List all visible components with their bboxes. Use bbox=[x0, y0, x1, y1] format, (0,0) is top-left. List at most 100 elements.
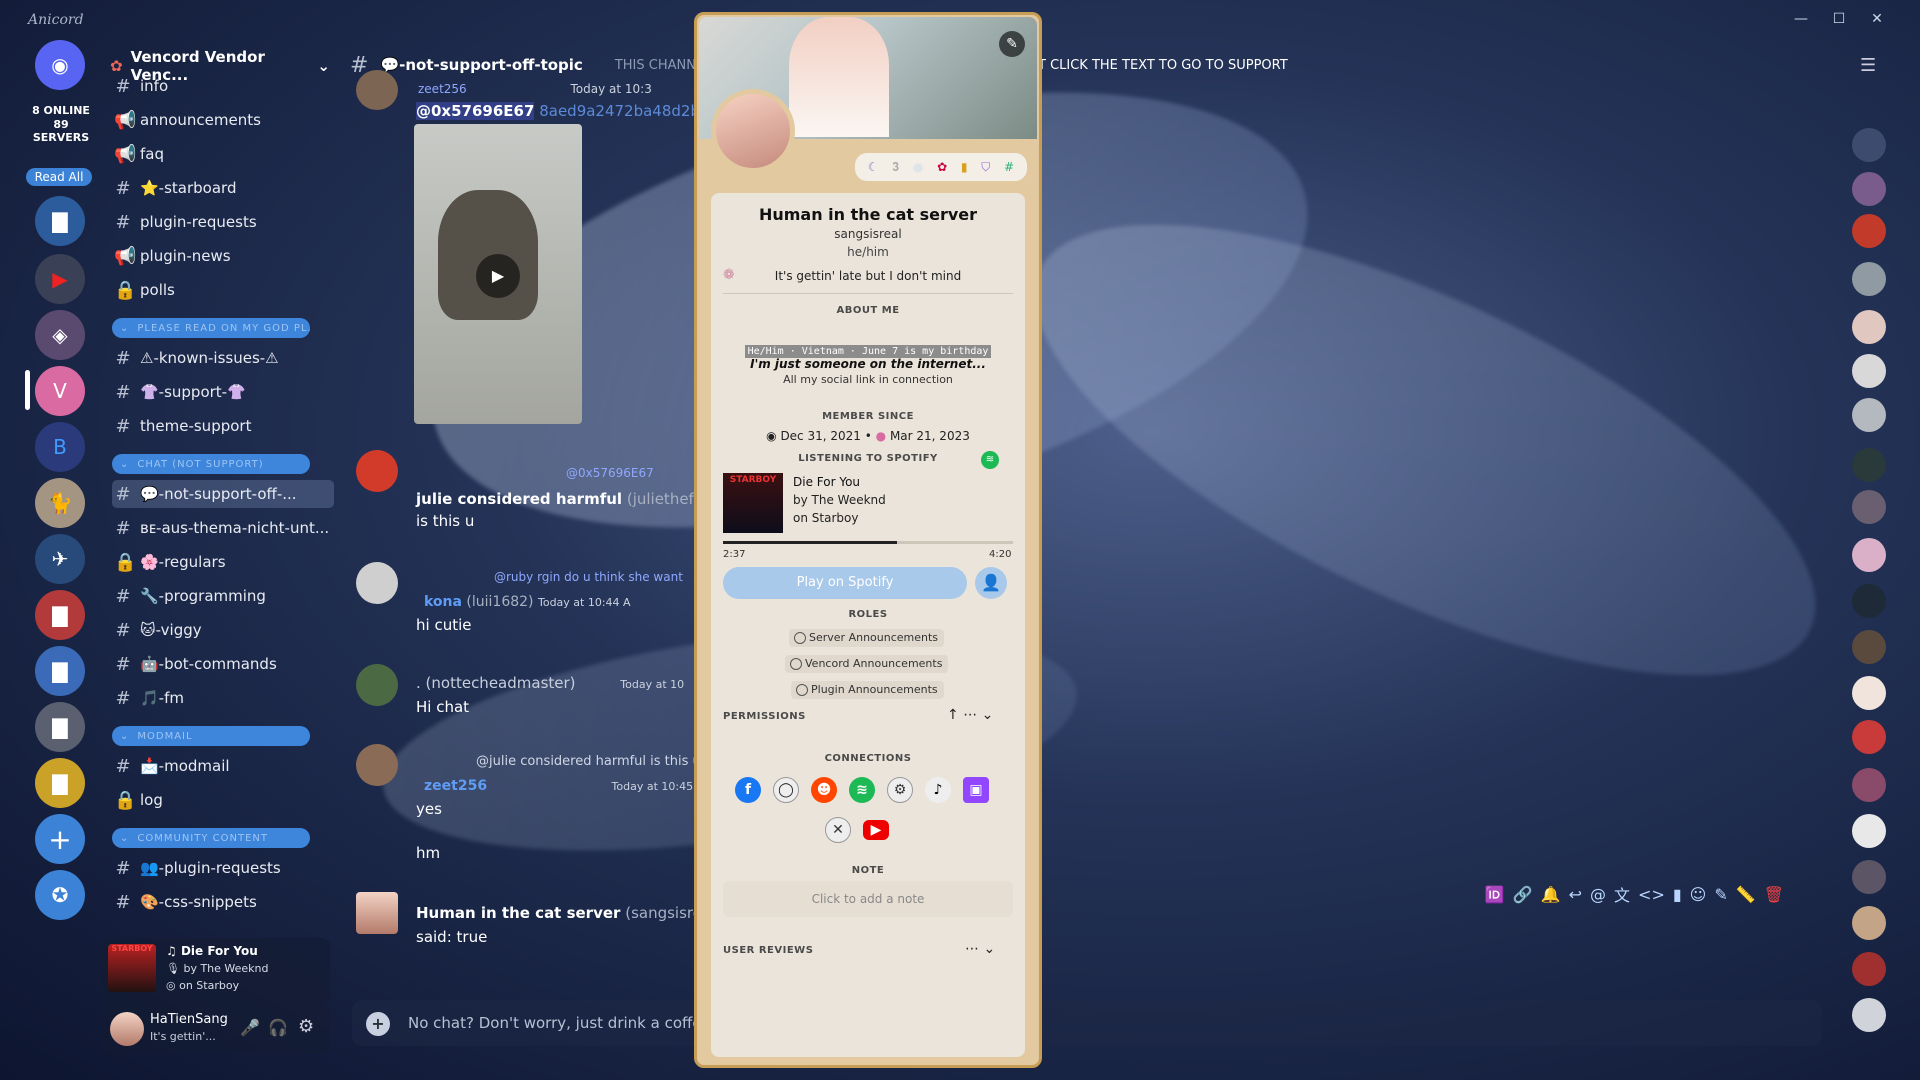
channel-known-issues[interactable]: # ⚠-known-issues-⚠ bbox=[112, 344, 334, 372]
channel-bot-commands[interactable]: # 🤖-bot-commands bbox=[112, 650, 334, 678]
channel-modmail[interactable]: # 📩-modmail bbox=[112, 752, 334, 780]
listen-along-button[interactable]: 👤 bbox=[975, 567, 1007, 599]
category-please-read[interactable]: ⌄ PLEASE READ ON MY GOD PL... bbox=[112, 318, 310, 338]
link-icon[interactable]: 🔗 bbox=[1513, 885, 1533, 904]
server-folder-red-icon[interactable]: ▇ bbox=[35, 590, 85, 640]
note-input[interactable]: Click to add a note bbox=[723, 881, 1013, 917]
category-modmail[interactable]: ⌄ MODMAIL bbox=[112, 726, 310, 746]
channel-fm[interactable]: # 🎵-fm bbox=[112, 684, 334, 712]
message-author[interactable]: zeet256 bbox=[424, 778, 487, 794]
member-avatar[interactable] bbox=[1852, 172, 1886, 206]
code-icon[interactable]: <> bbox=[1638, 885, 1665, 904]
flower-badge-icon[interactable]: ✿ bbox=[937, 160, 947, 174]
channel-topic-tail[interactable]: T CLICK THE TEXT TO GO TO SUPPORT bbox=[1038, 58, 1288, 73]
channel-faq[interactable]: 📢 faq bbox=[112, 140, 334, 168]
moon-badge-icon[interactable]: ☾ bbox=[868, 160, 879, 174]
member-avatar[interactable] bbox=[1852, 998, 1886, 1032]
nitro-badge-icon[interactable]: 𝟑 bbox=[892, 160, 899, 175]
role-server-announcements[interactable]: Server Announcements bbox=[789, 629, 945, 647]
member-avatar[interactable] bbox=[1852, 584, 1886, 618]
read-all-button[interactable]: Read All bbox=[26, 168, 92, 186]
hashtag-badge-icon[interactable]: # bbox=[1004, 160, 1014, 174]
server-betterdiscord-icon[interactable]: B bbox=[35, 422, 85, 472]
server-folder-gray-icon[interactable]: ▇ bbox=[35, 702, 85, 752]
spotify-track[interactable]: Die For You bbox=[793, 475, 860, 489]
message-author[interactable]: julie considered harmful bbox=[416, 490, 622, 508]
channel-plugin-news[interactable]: 📢 plugin-news bbox=[112, 242, 334, 270]
message-author[interactable]: . (nottecheadmaster) bbox=[416, 674, 576, 692]
reddit-icon[interactable]: ☻ bbox=[811, 777, 837, 803]
save-icon[interactable]: ▮ bbox=[1673, 885, 1682, 904]
member-avatar[interactable] bbox=[1852, 214, 1886, 248]
member-avatar[interactable] bbox=[1852, 720, 1886, 754]
server-folder-blue-icon[interactable]: ▇ bbox=[35, 646, 85, 696]
category-community-content[interactable]: ⌄ COMMUNITY CONTENT bbox=[112, 828, 310, 848]
channel-log[interactable]: 🔒 log bbox=[112, 786, 334, 814]
spotify-album-art[interactable]: STARBOY bbox=[723, 473, 783, 533]
more-icon[interactable]: ⋯ bbox=[965, 941, 979, 957]
channel-announcements[interactable]: 📢 announcements bbox=[112, 106, 334, 134]
edit-icon[interactable]: ✎ bbox=[1714, 885, 1727, 904]
category-chat[interactable]: ⌄ CHAT (NOT SUPPORT) bbox=[112, 454, 310, 474]
member-avatar[interactable] bbox=[1852, 538, 1886, 572]
minimize-button[interactable]: — bbox=[1786, 8, 1816, 30]
channel-info[interactable]: # info bbox=[112, 76, 334, 96]
channel-css-snippets[interactable]: # 🎨-css-snippets bbox=[112, 888, 334, 916]
channel-regulars[interactable]: 🔒 🌸-regulars bbox=[112, 548, 334, 576]
spotify-connection-icon[interactable]: ≋ bbox=[849, 777, 875, 803]
message-author[interactable]: kona bbox=[424, 594, 462, 610]
member-avatar[interactable] bbox=[1852, 630, 1886, 664]
tiktok-icon[interactable]: ♪ bbox=[925, 777, 951, 803]
channel-polls[interactable]: 🔒 polls bbox=[112, 276, 334, 304]
message-avatar[interactable] bbox=[356, 892, 398, 934]
mute-icon[interactable]: 🎤 bbox=[240, 1018, 260, 1037]
bell-icon[interactable]: 🔔 bbox=[1541, 885, 1561, 904]
emoji-icon[interactable]: ☺ bbox=[1690, 885, 1707, 904]
member-avatar[interactable] bbox=[1852, 676, 1886, 710]
discord-home-icon[interactable]: ◉ bbox=[35, 40, 85, 90]
add-server-icon[interactable]: + bbox=[35, 814, 85, 864]
xbox-icon[interactable]: ✕ bbox=[825, 817, 851, 843]
permissions-header[interactable]: PERMISSIONS bbox=[723, 711, 806, 722]
member-avatar[interactable] bbox=[1852, 860, 1886, 894]
spotify-album[interactable]: on Starboy bbox=[793, 511, 858, 525]
twitch-icon[interactable]: ▣ bbox=[963, 777, 989, 803]
gear-icon[interactable]: ⚙ bbox=[298, 1016, 314, 1037]
reply-user[interactable]: zeet256 bbox=[418, 82, 467, 96]
channel-plugin-requests-community[interactable]: # 👥-plugin-requests bbox=[112, 854, 334, 882]
channel-programming[interactable]: # 🔧-programming bbox=[112, 582, 334, 610]
member-avatar[interactable] bbox=[1852, 814, 1886, 848]
chevron-down-icon[interactable]: ⌄ bbox=[983, 941, 995, 957]
play-icon[interactable]: ▶ bbox=[476, 254, 520, 298]
message-avatar[interactable] bbox=[356, 70, 398, 110]
steam-icon[interactable]: ⚙ bbox=[887, 777, 913, 803]
reply-icon[interactable]: ↩ bbox=[1569, 885, 1582, 904]
role-plugin-announcements[interactable]: Plugin Announcements bbox=[791, 681, 944, 699]
message-input[interactable]: No chat? Don't worry, just drink a coffe… bbox=[352, 1000, 1822, 1046]
apple-badge-icon[interactable]: ● bbox=[913, 160, 923, 174]
spotify-artist[interactable]: by The Weeknd bbox=[793, 493, 886, 507]
profile-avatar[interactable] bbox=[711, 89, 795, 173]
message-avatar[interactable] bbox=[356, 744, 398, 786]
chevron-down-icon[interactable]: ⌄ bbox=[982, 707, 994, 723]
member-avatar[interactable] bbox=[1852, 952, 1886, 986]
headphones-icon[interactable]: 🎧 bbox=[268, 1018, 288, 1037]
user-avatar[interactable] bbox=[110, 1012, 144, 1046]
message-avatar[interactable] bbox=[356, 664, 398, 706]
server-cat-icon[interactable]: 🐈 bbox=[35, 478, 85, 528]
mention[interactable]: @0x57696E67 bbox=[416, 102, 535, 120]
progress-track[interactable] bbox=[723, 541, 1013, 544]
add-attachment-icon[interactable]: + bbox=[366, 1012, 390, 1036]
member-avatar[interactable] bbox=[1852, 448, 1886, 482]
spotify-icon[interactable]: ≋ bbox=[981, 451, 999, 469]
channel-plugin-requests[interactable]: # plugin-requests bbox=[112, 208, 334, 236]
server-folder-yellow-icon[interactable]: ▇ bbox=[35, 758, 85, 808]
github-icon[interactable]: ◯ bbox=[773, 777, 799, 803]
message-avatar[interactable] bbox=[356, 562, 398, 604]
explore-icon[interactable]: ✪ bbox=[35, 870, 85, 920]
channel-starboard[interactable]: # ⭐-starboard bbox=[112, 174, 334, 202]
boost-badge-icon[interactable]: ▮ bbox=[961, 160, 968, 174]
ruler-icon[interactable]: 📏 bbox=[1736, 885, 1756, 904]
server-youtube-icon[interactable]: ▶ bbox=[35, 254, 85, 304]
server-plane-icon[interactable]: ✈ bbox=[35, 534, 85, 584]
